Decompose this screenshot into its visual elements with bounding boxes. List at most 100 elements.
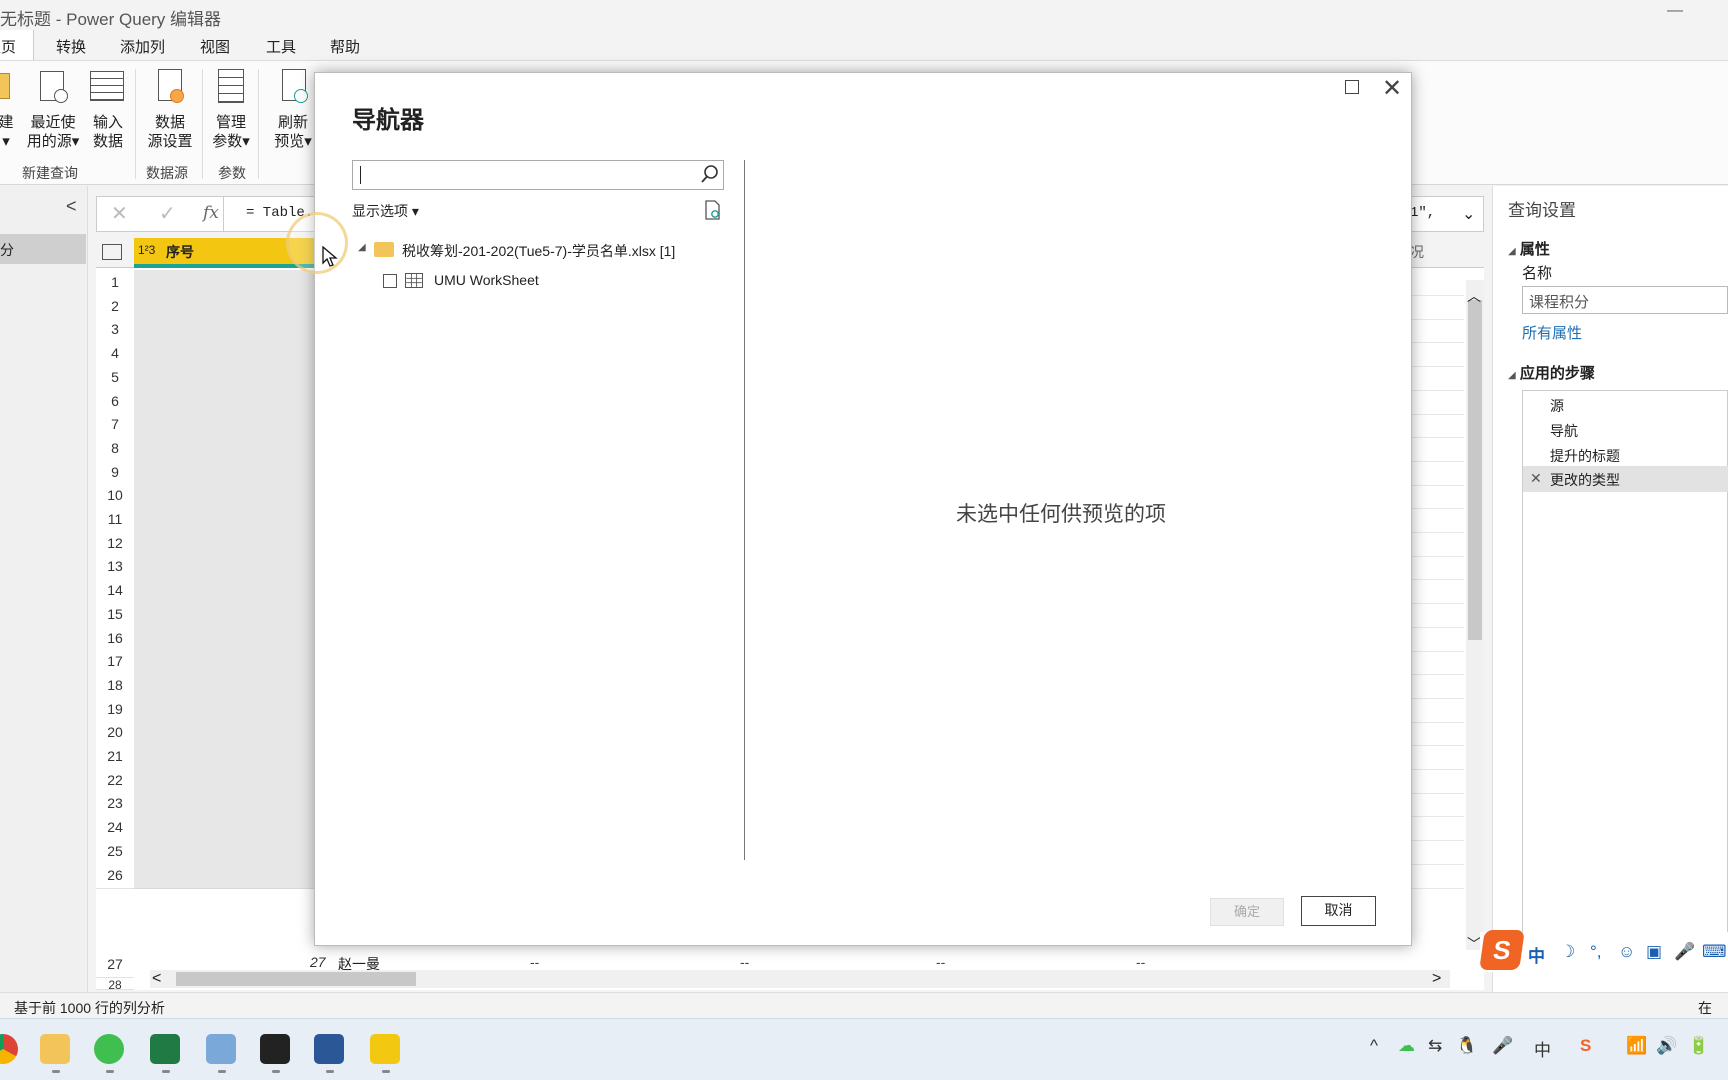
pane-divider[interactable]: [744, 160, 745, 860]
tree-file-item[interactable]: 税收筹划-201-202(Tue5-7)-学员名单.xlsx [1]: [402, 241, 675, 261]
ime-keyboard-icon[interactable]: ⌨: [1702, 942, 1727, 962]
grid-cell[interactable]: [134, 341, 314, 367]
ok-button[interactable]: 确定: [1210, 898, 1284, 926]
sogou-logo-icon[interactable]: S: [1479, 930, 1525, 970]
row-number[interactable]: 27: [96, 952, 134, 978]
close-icon[interactable]: ✕: [1382, 74, 1402, 103]
row-number[interactable]: 24: [96, 815, 134, 841]
tray-wifi-icon[interactable]: 📶: [1626, 1036, 1647, 1056]
refresh-document-icon[interactable]: [704, 200, 722, 220]
grid-cell[interactable]: [134, 673, 314, 699]
step-navigation[interactable]: 导航: [1550, 421, 1578, 441]
step-source[interactable]: 源: [1550, 396, 1564, 416]
ime-mic-icon[interactable]: 🎤: [1674, 942, 1695, 962]
grid-cell[interactable]: [134, 720, 314, 746]
excel-icon[interactable]: [150, 1034, 180, 1064]
grid-cell[interactable]: [134, 270, 314, 296]
collapse-queries-button[interactable]: <: [66, 196, 77, 217]
tab-add-column[interactable]: 添加列: [120, 36, 165, 57]
word-icon[interactable]: [314, 1034, 344, 1064]
scroll-left-icon[interactable]: <: [152, 970, 161, 988]
ime-emoji-icon[interactable]: ☺: [1618, 942, 1635, 962]
grid-cell[interactable]: [134, 412, 314, 438]
scroll-right-icon[interactable]: >: [1432, 970, 1441, 988]
all-properties-link[interactable]: 所有属性: [1522, 322, 1582, 343]
data-source-settings-button[interactable]: 数据 源设置: [142, 113, 198, 151]
maximize-icon[interactable]: [1345, 80, 1359, 94]
recent-sources-button[interactable]: 最近使 用的源▾: [20, 113, 86, 151]
remote-desktop-icon[interactable]: [206, 1034, 236, 1064]
step-changed-type[interactable]: 更改的类型: [1550, 470, 1620, 490]
column-type-icon[interactable]: 1²3: [138, 243, 155, 257]
grid-cell[interactable]: [134, 839, 314, 865]
tray-volume-icon[interactable]: 🔊: [1656, 1036, 1677, 1056]
tray-qq-icon[interactable]: 🐧: [1456, 1036, 1477, 1056]
search-icon[interactable]: [700, 164, 720, 184]
tab-transform[interactable]: 转换: [56, 36, 86, 57]
navigator-search-input[interactable]: [352, 160, 724, 190]
tree-expand-icon[interactable]: ◢: [358, 242, 366, 253]
ime-moon-icon[interactable]: ☽: [1560, 942, 1575, 962]
grid-cell[interactable]: [134, 791, 314, 817]
query-name-input[interactable]: 课程积分: [1522, 286, 1728, 314]
confirm-formula-icon[interactable]: ✓: [159, 201, 176, 226]
enter-data-button[interactable]: 输入 数据: [88, 113, 128, 151]
tab-help[interactable]: 帮助: [330, 36, 360, 57]
row-number[interactable]: 1: [96, 270, 134, 296]
applied-steps-header[interactable]: ◢ 应用的步骤: [1508, 362, 1595, 383]
manage-parameters-button[interactable]: 管理 参数▾: [206, 113, 256, 151]
grid-cell[interactable]: [134, 602, 314, 628]
row-number[interactable]: 17: [96, 649, 134, 675]
grid-cell[interactable]: [134, 554, 314, 580]
row-number[interactable]: 4: [96, 341, 134, 367]
refresh-preview-button[interactable]: 刷新 预览▾: [268, 113, 318, 151]
tray-network-switch-icon[interactable]: ⇆: [1428, 1036, 1442, 1056]
row-number[interactable]: 7: [96, 412, 134, 438]
grid-cell[interactable]: [134, 365, 314, 391]
minimize-button[interactable]: —: [1660, 2, 1690, 26]
properties-header[interactable]: ◢ 属性: [1508, 238, 1550, 259]
delete-step-icon[interactable]: ✕: [1530, 470, 1542, 487]
row-number[interactable]: 23: [96, 791, 134, 817]
tray-sogou-icon[interactable]: S: [1580, 1036, 1591, 1056]
grid-cell[interactable]: [134, 744, 314, 770]
recorder-icon[interactable]: [260, 1034, 290, 1064]
cancel-formula-icon[interactable]: ✕: [111, 201, 128, 226]
horizontal-scroll-thumb[interactable]: [176, 972, 416, 986]
column-header-far[interactable]: 况: [1410, 242, 1424, 262]
grid-cell[interactable]: [134, 483, 314, 509]
file-explorer-icon[interactable]: [40, 1034, 70, 1064]
new-source-button[interactable]: 建 ▾: [0, 113, 14, 151]
grid-cell[interactable]: [134, 578, 314, 604]
row-number[interactable]: 28: [96, 978, 134, 990]
grid-cell[interactable]: [134, 863, 314, 889]
tab-home[interactable]: 主页: [0, 36, 16, 57]
cancel-button[interactable]: 取消: [1301, 896, 1376, 926]
row-number[interactable]: 18: [96, 673, 134, 699]
grid-cell[interactable]: [134, 436, 314, 462]
ime-skin-icon[interactable]: ▣: [1646, 942, 1662, 962]
scroll-up-icon[interactable]: ︿: [1467, 286, 1481, 306]
tray-battery-icon[interactable]: 🔋: [1688, 1036, 1709, 1056]
ime-punct-icon[interactable]: °,: [1590, 942, 1602, 962]
grid-cell[interactable]: [134, 649, 314, 675]
ime-chinese-icon[interactable]: 中: [1528, 942, 1545, 967]
query-item[interactable]: 分: [0, 234, 86, 264]
grid-cell[interactable]: [134, 507, 314, 533]
tab-view[interactable]: 视图: [200, 36, 230, 57]
row-number[interactable]: 5: [96, 365, 134, 391]
row-number[interactable]: 25: [96, 839, 134, 865]
power-bi-icon[interactable]: [370, 1034, 400, 1064]
sheet-checkbox[interactable]: [383, 274, 397, 288]
grid-cell[interactable]: [134, 815, 314, 841]
table-menu-icon[interactable]: [102, 244, 122, 260]
wechat-icon[interactable]: [94, 1034, 124, 1064]
scroll-down-icon[interactable]: ﹀: [1467, 934, 1481, 954]
row-number[interactable]: 20: [96, 720, 134, 746]
expand-formula-button[interactable]: ⌄: [1462, 204, 1475, 224]
row-number[interactable]: 3: [96, 317, 134, 343]
step-promoted-headers[interactable]: 提升的标题: [1550, 446, 1620, 466]
tray-wechat-icon[interactable]: ☁: [1398, 1036, 1415, 1056]
row-number[interactable]: 15: [96, 602, 134, 628]
vertical-scroll-thumb[interactable]: [1468, 300, 1482, 640]
